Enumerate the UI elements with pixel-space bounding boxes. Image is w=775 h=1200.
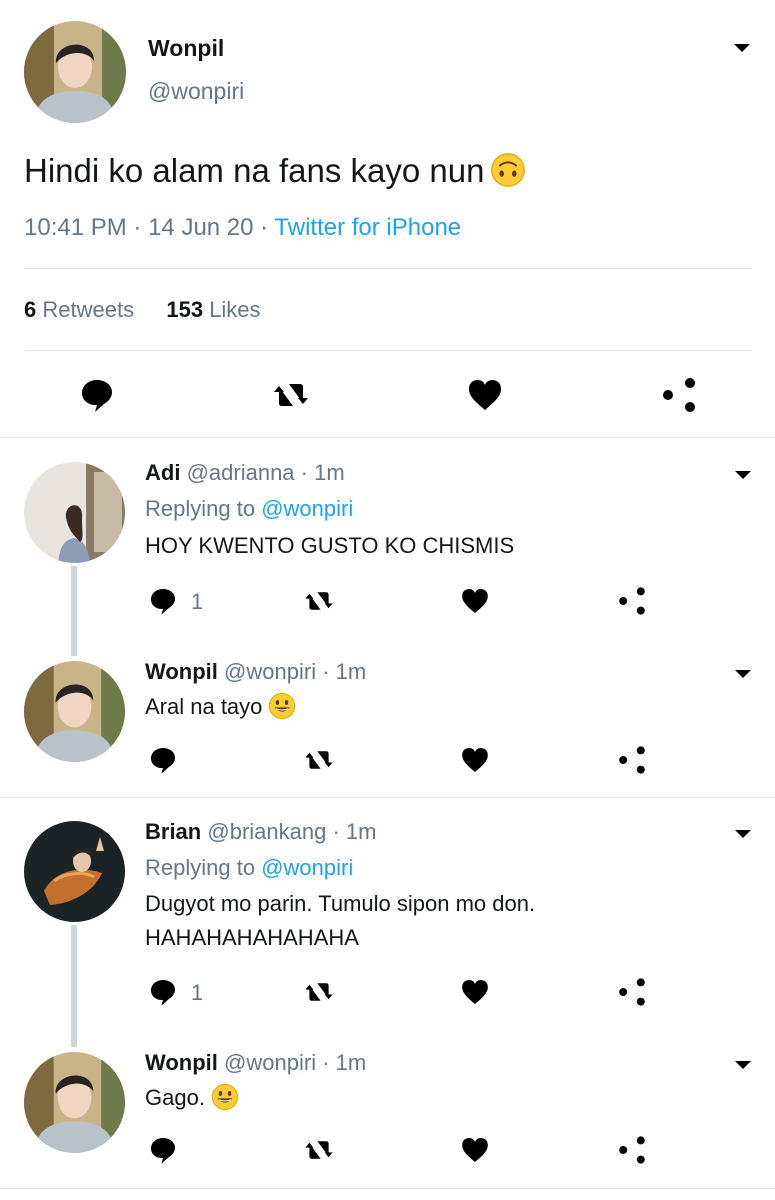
avatar[interactable]: [24, 1052, 125, 1153]
retweets-count: 6: [24, 297, 37, 322]
header-separator: ·: [332, 819, 340, 844]
avatar[interactable]: [24, 661, 125, 762]
retweet-icon[interactable]: [303, 1134, 335, 1166]
chevron-down-icon[interactable]: [732, 666, 754, 682]
upside-down-face-emoji-icon: [490, 152, 526, 188]
grinning-face-emoji-icon: [268, 692, 296, 720]
author-name[interactable]: Wonpil: [148, 35, 224, 62]
tweet-text-content: Hindi ko alam na fans kayo nun: [24, 152, 485, 189]
reply-header: Brian @briankang · 1m: [145, 819, 376, 845]
like-icon[interactable]: [459, 976, 491, 1008]
reply-icon[interactable]: [147, 744, 179, 776]
reply-icon[interactable]: [77, 375, 117, 415]
author-name[interactable]: Wonpil: [145, 1050, 218, 1075]
retweets-label: Retweets: [42, 297, 135, 322]
share-icon[interactable]: [659, 375, 699, 415]
meta-separator: ·: [260, 214, 269, 241]
likes-label: Likes: [209, 297, 261, 322]
author-name[interactable]: Wonpil: [145, 659, 218, 684]
divider: [0, 1188, 775, 1189]
retweets-stat[interactable]: 6 Retweets: [24, 297, 134, 322]
retweet-icon[interactable]: [303, 744, 335, 776]
author-handle[interactable]: @wonpiri: [224, 1050, 316, 1075]
retweet-icon[interactable]: [303, 585, 335, 617]
avatar[interactable]: [24, 21, 126, 123]
like-icon[interactable]: [459, 744, 491, 776]
thread-line: [71, 925, 77, 1047]
chevron-down-icon[interactable]: [732, 826, 754, 842]
reply-text-content: Gago.: [145, 1085, 205, 1110]
avatar[interactable]: [24, 821, 125, 922]
likes-stat[interactable]: 153 Likes: [166, 297, 260, 322]
share-icon[interactable]: [616, 1134, 648, 1166]
reply-icon[interactable]: [147, 585, 179, 617]
reply-text-content: Aral na tayo: [145, 694, 263, 719]
share-icon[interactable]: [616, 976, 648, 1008]
avatar[interactable]: [24, 462, 125, 563]
tweet-source-link[interactable]: Twitter for iPhone: [274, 214, 461, 241]
replying-to: Replying to @wonpiri: [145, 855, 353, 881]
tweet-date: 14 Jun 20: [148, 214, 254, 241]
reply-text: Aral na tayo: [145, 692, 296, 720]
reply-count: 1: [191, 980, 204, 1005]
author-name[interactable]: Adi: [145, 460, 180, 485]
reply-time: 1m: [335, 1050, 367, 1075]
tweet-meta: 10:41 PM · 14 Jun 20 · Twitter for iPhon…: [24, 214, 461, 242]
grinning-face-emoji-icon: [211, 1083, 239, 1111]
like-icon[interactable]: [465, 375, 505, 415]
author-name[interactable]: Brian: [145, 819, 201, 844]
replying-to-label: Replying to: [145, 496, 256, 521]
retweet-icon[interactable]: [303, 976, 335, 1008]
engagement-stats: 6 Retweets 153 Likes: [24, 297, 261, 323]
retweet-icon[interactable]: [271, 375, 311, 415]
reply-text-line: Dugyot mo parin. Tumulo sipon mo don.: [145, 891, 536, 916]
thread-line: [71, 566, 77, 656]
like-icon[interactable]: [459, 1134, 491, 1166]
replying-to-link[interactable]: @wonpiri: [261, 855, 353, 880]
reply-time: 1m: [335, 659, 367, 684]
share-icon[interactable]: [616, 744, 648, 776]
chevron-down-icon[interactable]: [731, 40, 753, 56]
author-handle[interactable]: @wonpiri: [148, 78, 244, 105]
divider: [24, 350, 752, 351]
divider: [0, 437, 775, 438]
replying-to: Replying to @wonpiri: [145, 496, 353, 522]
author-handle[interactable]: @briankang: [207, 819, 326, 844]
like-icon[interactable]: [459, 585, 491, 617]
divider: [24, 268, 752, 269]
author-handle[interactable]: @wonpiri: [224, 659, 316, 684]
chevron-down-icon[interactable]: [732, 467, 754, 483]
divider: [0, 797, 775, 798]
header-separator: ·: [322, 659, 330, 684]
reply-icon[interactable]: [147, 1134, 179, 1166]
reply-header: Wonpil @wonpiri · 1m: [145, 1050, 366, 1076]
reply-text: Gago.: [145, 1083, 239, 1111]
author-handle[interactable]: @adrianna: [187, 460, 295, 485]
header-separator: ·: [322, 1050, 330, 1075]
reply-header: Wonpil @wonpiri · 1m: [145, 659, 366, 685]
meta-separator: ·: [133, 214, 142, 241]
reply-time: 1m: [314, 460, 345, 485]
tweet-text: Hindi ko alam na fans kayo nun: [24, 152, 526, 190]
share-icon[interactable]: [616, 585, 648, 617]
replying-to-label: Replying to: [145, 855, 256, 880]
header-separator: ·: [300, 460, 308, 485]
chevron-down-icon[interactable]: [732, 1057, 754, 1073]
reply-header: Adi @adrianna · 1m: [145, 460, 345, 486]
reply-text-line: HAHAHAHAHAHAHA: [145, 925, 359, 950]
likes-count: 153: [166, 297, 204, 322]
reply-count: 1: [191, 589, 204, 614]
tweet-time: 10:41 PM: [24, 214, 127, 241]
reply-time: 1m: [345, 819, 377, 844]
replying-to-link[interactable]: @wonpiri: [261, 496, 353, 521]
reply-icon[interactable]: [147, 976, 179, 1008]
reply-text: HOY KWENTO GUSTO KO CHISMIS: [145, 533, 515, 558]
